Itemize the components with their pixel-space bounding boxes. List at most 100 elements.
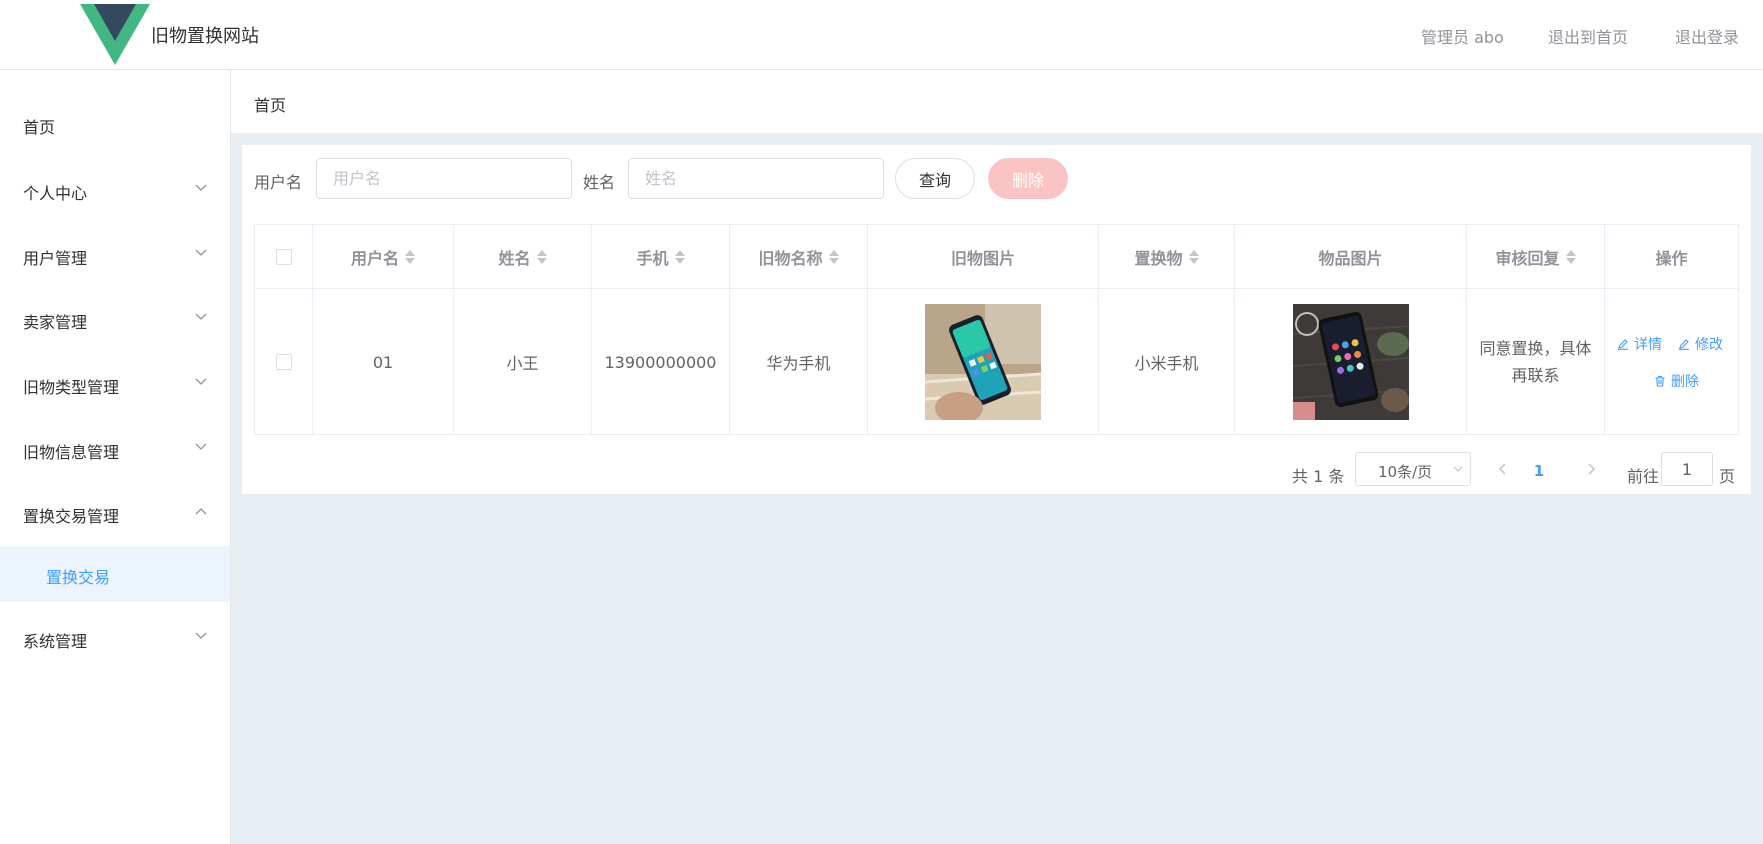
breadcrumb-bar: 首页: [231, 70, 1763, 133]
goto-page-input[interactable]: [1661, 452, 1713, 486]
goto-label: 前往: [1627, 467, 1660, 486]
sort-icon[interactable]: [674, 249, 685, 265]
name-search-input[interactable]: [628, 158, 884, 199]
query-button[interactable]: 查询: [895, 158, 975, 199]
sort-icon[interactable]: [828, 249, 839, 265]
breadcrumb[interactable]: 首页: [254, 92, 286, 116]
username-label: 用户名: [254, 173, 303, 192]
old-item-phone-image[interactable]: [925, 304, 1041, 420]
exchange-table: 用户名 姓名 手机 旧物名称 旧物图片 置换物 物品图片 审核回复 操作 01 …: [254, 224, 1739, 435]
cell-phone: 13900000000: [592, 289, 730, 435]
cell-actions: 详情 修改 删除: [1605, 289, 1738, 435]
table-header-actions: 操作: [1605, 225, 1738, 289]
page-size-value: 10条/页: [1378, 463, 1433, 481]
main-content: 首页 用户名 姓名 查询 删除 用户名 姓名 手机 旧物名称: [231, 70, 1763, 844]
sidebar-item-label: 系统管理: [23, 632, 88, 651]
header-label: 旧物图片: [950, 248, 1015, 268]
header-label: 审核回复: [1495, 248, 1560, 268]
edit-button[interactable]: 修改: [1678, 334, 1723, 354]
username-search-input[interactable]: [316, 158, 572, 199]
row-actions: 详情 修改 删除: [1605, 289, 1738, 435]
edit-label: 修改: [1695, 337, 1723, 353]
site-title: 旧物置换网站: [151, 26, 259, 47]
header-label: 置换物: [1134, 248, 1183, 268]
sidebar-subitem-exchange-trade[interactable]: 置换交易: [0, 546, 230, 602]
delete-label: 删除: [1671, 374, 1699, 390]
table-header-exchange-item[interactable]: 置换物: [1099, 225, 1235, 289]
detail-label: 详情: [1634, 337, 1662, 353]
row-checkbox[interactable]: [275, 354, 292, 370]
sidebar-item-system-management[interactable]: 系统管理: [0, 610, 230, 666]
sidebar-item-label: 旧物类型管理: [23, 378, 120, 397]
chevron-up-icon: [195, 508, 207, 515]
sidebar-item-label: 首页: [23, 118, 56, 137]
pagination-total: 共 1 条: [1292, 467, 1345, 486]
sidebar-item-item-type-management[interactable]: 旧物类型管理: [0, 356, 230, 412]
table-header-select: [255, 225, 313, 289]
sidebar-item-user-management[interactable]: 用户管理: [0, 227, 230, 283]
admin-user-label[interactable]: 管理员 abo: [1421, 24, 1504, 48]
table-header-goods-image: 物品图片: [1235, 225, 1467, 289]
page-size-select[interactable]: 10条/页: [1355, 452, 1471, 486]
edit-icon: [1679, 339, 1689, 350]
prev-page-icon[interactable]: [1492, 457, 1512, 481]
sort-icon[interactable]: [536, 249, 547, 265]
table-header-username[interactable]: 用户名: [313, 225, 454, 289]
sidebar-item-item-info-management[interactable]: 旧物信息管理: [0, 421, 230, 477]
goods-phone-image[interactable]: [1292, 304, 1409, 420]
table-header-review-reply[interactable]: 审核回复: [1467, 225, 1605, 289]
sidebar-subitem-label: 置换交易: [46, 568, 111, 587]
chevron-down-icon: [195, 632, 207, 639]
sort-icon[interactable]: [1565, 249, 1576, 265]
header-label: 操作: [1655, 248, 1688, 268]
next-page-icon[interactable]: [1582, 457, 1602, 481]
table-header-name[interactable]: 姓名: [454, 225, 592, 289]
sidebar-menu: 首页 个人中心 用户管理 卖家管理 旧物类型管理 旧物信息管理 置换交易管理 置…: [0, 70, 231, 844]
table-header-item-name[interactable]: 旧物名称: [730, 225, 868, 289]
sidebar-item-exchange-trade-management[interactable]: 置换交易管理: [0, 485, 230, 541]
batch-delete-button[interactable]: 删除: [988, 158, 1068, 199]
table-header-phone[interactable]: 手机: [592, 225, 730, 289]
header-label: 姓名: [498, 248, 531, 268]
cell-name: 小王: [454, 289, 592, 435]
sidebar-item-label: 旧物信息管理: [23, 443, 120, 462]
chevron-down-icon: [195, 443, 207, 450]
table-row-select-cell: [255, 289, 313, 435]
edit-icon: [1618, 339, 1628, 350]
page-suffix-label: 页: [1719, 467, 1736, 486]
top-header: 旧物置换网站 管理员 abo 退出到首页 退出登录: [0, 0, 1763, 70]
chevron-down-icon: [1453, 466, 1463, 472]
sidebar-item-label: 个人中心: [23, 184, 88, 203]
review-reply-text: 同意置换，具体再联系: [1479, 339, 1592, 385]
vue-logo-icon: [80, 4, 150, 65]
header-label: 手机: [636, 248, 669, 268]
sidebar-item-label: 置换交易管理: [23, 507, 120, 526]
header-label: 物品图片: [1318, 248, 1383, 268]
sidebar-item-label: 卖家管理: [23, 313, 88, 332]
trash-icon: [1655, 375, 1665, 387]
header-label: 用户名: [350, 248, 399, 268]
back-to-home-link[interactable]: 退出到首页: [1548, 24, 1628, 48]
chevron-down-icon: [195, 184, 207, 191]
sidebar-item-home[interactable]: 首页: [0, 96, 230, 152]
header-label: 旧物名称: [758, 248, 823, 268]
logout-link[interactable]: 退出登录: [1675, 24, 1739, 48]
page-number-current[interactable]: 1: [1531, 462, 1547, 480]
cell-exchange-item: 小米手机: [1099, 289, 1235, 435]
cell-review-reply: 同意置换，具体再联系: [1467, 289, 1605, 435]
cell-goods-image: [1235, 289, 1467, 435]
delete-button[interactable]: 删除: [1654, 371, 1699, 391]
cell-item-image: [868, 289, 1099, 435]
sort-icon[interactable]: [1188, 249, 1199, 265]
name-label: 姓名: [583, 173, 616, 192]
cell-item-name: 华为手机: [730, 289, 868, 435]
sidebar-item-seller-management[interactable]: 卖家管理: [0, 291, 230, 347]
content-panel: 用户名 姓名 查询 删除 用户名 姓名 手机 旧物名称 旧物图片: [242, 145, 1751, 494]
detail-button[interactable]: 详情: [1617, 334, 1662, 354]
select-all-checkbox[interactable]: [275, 248, 292, 265]
sort-icon[interactable]: [405, 249, 415, 265]
sidebar-item-personal-center[interactable]: 个人中心: [0, 162, 230, 218]
sidebar-item-label: 用户管理: [23, 249, 88, 268]
table-header-item-image: 旧物图片: [868, 225, 1099, 289]
chevron-down-icon: [195, 249, 207, 256]
